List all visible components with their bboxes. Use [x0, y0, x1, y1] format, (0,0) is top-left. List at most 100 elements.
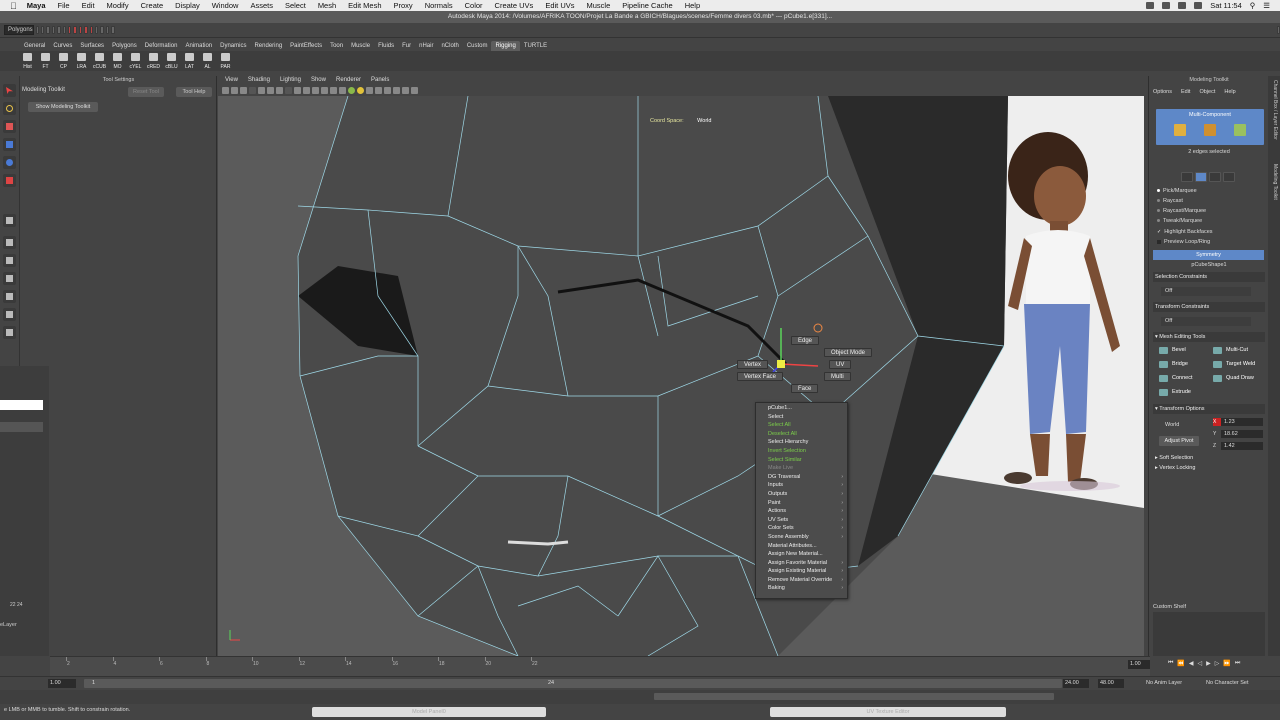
menu-normals[interactable]: Normals — [419, 1, 459, 10]
character-set-dropdown[interactable]: No Character Set — [1206, 679, 1249, 688]
bluetooth-icon[interactable] — [1162, 2, 1171, 9]
time-slider[interactable]: 2 4 6 8 10 12 14 16 18 20 22 — [50, 656, 1150, 676]
volume-icon[interactable] — [1178, 2, 1187, 9]
menu-window[interactable]: Window — [206, 1, 245, 10]
layout-two-icon[interactable] — [3, 254, 16, 267]
layout-hypershade-icon[interactable] — [3, 308, 16, 321]
y-field[interactable]: 18.62 — [1221, 430, 1263, 438]
go-to-end-icon[interactable]: ⏭ — [1235, 660, 1240, 667]
world-dropdown[interactable]: World — [1165, 422, 1179, 428]
range-slider[interactable]: 1 24 — [84, 679, 1062, 688]
tab-dynamics[interactable]: Dynamics — [216, 41, 250, 51]
lights-icon[interactable] — [348, 86, 355, 94]
xray-icon[interactable] — [393, 86, 400, 94]
camera-based-icon[interactable] — [1209, 172, 1221, 182]
animation-end-field[interactable]: 48.00 — [1098, 679, 1124, 688]
notification-icon[interactable]: ☰ — [1263, 1, 1270, 10]
snap-curve-icon[interactable] — [73, 26, 77, 34]
step-forward-key-icon[interactable]: ⏩ — [1223, 660, 1230, 667]
model-panel-tab[interactable]: Model Panel0 — [312, 707, 546, 717]
menu-modify[interactable]: Modify — [101, 1, 135, 10]
clock[interactable]: Sat 11:54 — [1210, 1, 1242, 10]
show-modeling-toolkit-button[interactable]: Show Modeling Toolkit — [28, 102, 98, 112]
rotate-tool-icon[interactable] — [3, 156, 16, 169]
viewport-menu-show[interactable]: Show — [308, 77, 329, 83]
anim-layer-dropdown[interactable]: No Anim Layer — [1146, 679, 1182, 688]
face-mode-icon[interactable] — [1234, 124, 1246, 136]
tab-custom[interactable]: Custom — [463, 41, 492, 51]
snap-live-icon[interactable] — [89, 26, 93, 34]
wireframe-on-shaded-icon[interactable] — [330, 86, 337, 94]
tool-help-button[interactable]: Tool Help — [176, 87, 212, 97]
quad-draw-button[interactable]: Quad Draw — [1209, 373, 1254, 384]
shelf-button-ccub[interactable]: cCUB — [92, 52, 107, 70]
context-menu-item[interactable]: Paint › — [756, 499, 847, 508]
tab-surfaces[interactable]: Surfaces — [76, 41, 108, 51]
render-settings-icon[interactable] — [111, 26, 115, 34]
shelf-button-cblu[interactable]: cBLU — [164, 52, 179, 70]
safe-action-icon[interactable] — [303, 86, 310, 94]
ipr-icon[interactable] — [105, 26, 110, 34]
context-menu-item[interactable]: Select — [756, 413, 847, 422]
menu-muscle[interactable]: Muscle — [581, 1, 617, 10]
mtk-menu-edit[interactable]: Edit — [1181, 89, 1190, 95]
tab-polygons[interactable]: Polygons — [108, 41, 141, 51]
selection-constraints-dropdown[interactable]: Off — [1161, 287, 1251, 296]
context-menu-item[interactable]: Material Attributes... — [756, 542, 847, 551]
multisample-icon[interactable] — [384, 86, 391, 94]
history-icon[interactable] — [94, 26, 99, 34]
shelf-button-lat[interactable]: LAT — [182, 52, 197, 70]
highlight-backfaces-checkbox[interactable]: Highlight Backfaces — [1157, 229, 1212, 235]
isolate-icon[interactable] — [402, 86, 409, 94]
tab-channel-box[interactable]: Channel Box / Layer Editor — [1270, 80, 1278, 140]
context-menu-item[interactable]: Color Sets › — [756, 524, 847, 533]
textured-icon[interactable] — [339, 86, 346, 94]
menu-pipeline-cache[interactable]: Pipeline Cache — [616, 1, 678, 10]
layout-single-icon[interactable] — [3, 214, 16, 227]
menu-proxy[interactable]: Proxy — [388, 1, 419, 10]
shelf-button-hist[interactable]: Hist — [20, 52, 35, 70]
battery-icon[interactable] — [1194, 2, 1203, 9]
move-tool-icon[interactable] — [3, 138, 16, 151]
tab-painteffects[interactable]: PaintEffects — [286, 41, 326, 51]
shelf-button-mo[interactable]: MO — [110, 52, 125, 70]
context-menu-item[interactable]: pCube1... — [756, 404, 847, 413]
scale-tool-icon[interactable] — [3, 174, 16, 187]
menu-create[interactable]: Create — [135, 1, 170, 10]
tab-turtle[interactable]: TURTLE — [520, 41, 551, 51]
shelf-button-cyel[interactable]: cYEL — [128, 52, 143, 70]
tab-nhair[interactable]: nHair — [415, 41, 437, 51]
bevel-button[interactable]: Bevel — [1155, 345, 1186, 356]
snap-plane-icon[interactable] — [84, 26, 88, 34]
context-menu-item[interactable]: Outputs › — [756, 490, 847, 499]
shelf-button-al[interactable]: AL — [200, 52, 215, 70]
bridge-button[interactable]: Bridge — [1155, 359, 1188, 370]
tab-ncloth[interactable]: nCloth — [437, 41, 462, 51]
command-line[interactable] — [0, 690, 1280, 704]
ambient-occlusion-icon[interactable] — [366, 86, 373, 94]
context-menu-item[interactable]: Assign Existing Material › — [756, 567, 847, 576]
mtk-menu-options[interactable]: Options — [1153, 89, 1172, 95]
select-hierarchy-icon[interactable] — [51, 26, 56, 34]
wifi-icon[interactable] — [1146, 2, 1155, 9]
adjust-pivot-button[interactable]: Adjust Pivot — [1159, 436, 1199, 446]
film-gate-icon[interactable] — [267, 86, 274, 94]
layout-uv-icon[interactable] — [3, 326, 16, 339]
layout-four-icon[interactable] — [3, 236, 16, 249]
paint-select-icon[interactable] — [3, 120, 16, 133]
marking-menu-object-mode[interactable]: Object Mode — [824, 348, 873, 357]
viewport-menu-view[interactable]: View — [222, 77, 241, 83]
menu-edit[interactable]: Edit — [76, 1, 101, 10]
edge-mode-icon[interactable] — [1204, 124, 1216, 136]
multi-cut-button[interactable]: Multi-Cut — [1209, 345, 1248, 356]
shelf-button-lra[interactable]: LRA — [74, 52, 89, 70]
camera-icon[interactable] — [222, 86, 229, 94]
current-frame-field[interactable]: 1.00 — [1128, 660, 1150, 669]
tab-deformation[interactable]: Deformation — [141, 41, 182, 51]
raycast-marquee-radio[interactable]: Raycast/Marquee — [1157, 208, 1206, 214]
lasso-tool-icon[interactable] — [3, 102, 16, 115]
menu-file[interactable]: File — [52, 1, 76, 10]
reset-tool-button[interactable]: Reset Tool — [128, 87, 164, 97]
spotlight-icon[interactable]: ⚲ — [1250, 1, 1256, 10]
context-menu-item[interactable]: Assign Favorite Material › — [756, 559, 847, 568]
